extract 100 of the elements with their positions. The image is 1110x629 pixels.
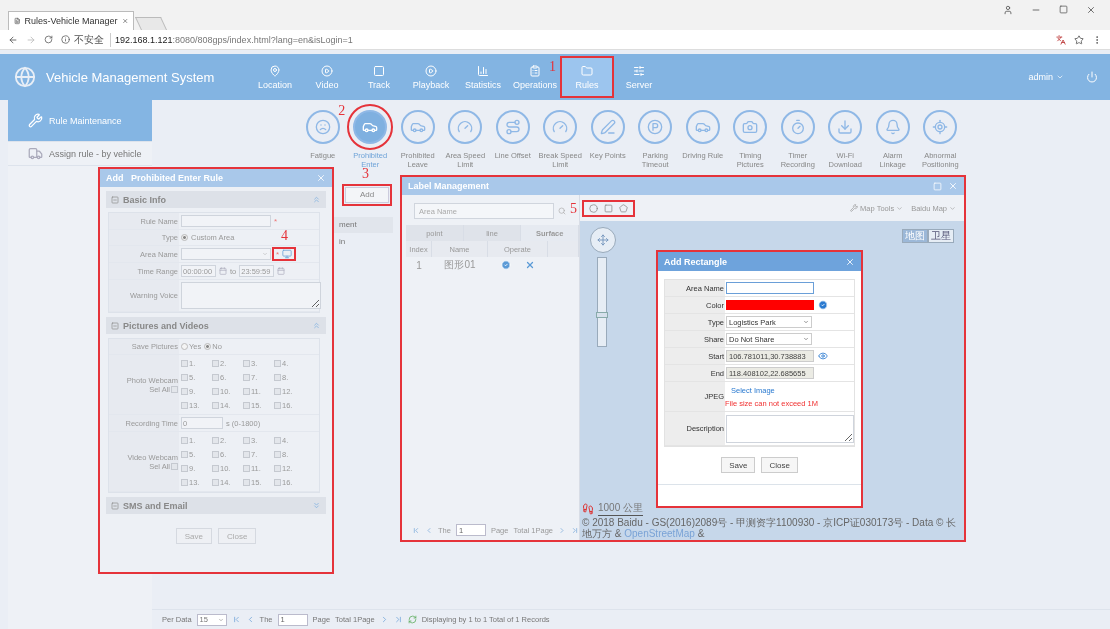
- checkbox[interactable]: [274, 388, 281, 395]
- rule-type-button[interactable]: [875, 110, 910, 144]
- checkbox[interactable]: [243, 360, 250, 367]
- dialog-button[interactable]: Save: [721, 457, 756, 473]
- calendar-icon[interactable]: [277, 267, 286, 275]
- translate-icon[interactable]: [1056, 34, 1066, 45]
- close-icon[interactable]: [1086, 5, 1096, 15]
- rule-type-button[interactable]: [305, 110, 340, 144]
- sidebar-item[interactable]: Assign rule - by vehicle: [8, 142, 152, 166]
- rule-type-button[interactable]: [400, 110, 435, 144]
- checkbox[interactable]: [212, 437, 219, 444]
- profile-icon[interactable]: [1003, 5, 1013, 15]
- calendar-icon[interactable]: [219, 267, 227, 275]
- area-name-field[interactable]: [726, 282, 814, 294]
- nav-item[interactable]: Track: [354, 58, 404, 96]
- reload-icon[interactable]: [44, 35, 53, 44]
- rule-type-button[interactable]: [448, 110, 483, 144]
- previous-page-icon[interactable]: [424, 525, 433, 535]
- radio-button[interactable]: [181, 343, 188, 350]
- add-button[interactable]: Add: [345, 186, 389, 203]
- nav-item[interactable]: Server: [614, 58, 664, 96]
- forward-icon[interactable]: [26, 34, 36, 45]
- checkbox[interactable]: [212, 465, 219, 472]
- sidebar-item[interactable]: Rule Maintenance: [8, 100, 152, 142]
- zoom-slider-thumb[interactable]: [596, 312, 608, 319]
- checkbox[interactable]: [181, 437, 188, 444]
- rule-type-button[interactable]: [543, 110, 578, 144]
- square-icon[interactable]: [604, 203, 613, 213]
- search-icon[interactable]: [558, 207, 566, 215]
- dialog-button[interactable]: Close: [761, 457, 798, 473]
- power-icon[interactable]: [1086, 71, 1098, 83]
- circle-icon[interactable]: [589, 203, 598, 213]
- nav-item[interactable]: Location: [250, 58, 300, 96]
- check-icon[interactable]: [818, 300, 828, 310]
- rule-type-button[interactable]: [828, 110, 863, 144]
- checkbox[interactable]: [243, 402, 250, 409]
- rule-type-button[interactable]: [590, 110, 625, 144]
- last-page-icon[interactable]: [393, 615, 403, 624]
- checkbox[interactable]: [243, 451, 250, 458]
- checkbox[interactable]: [274, 374, 281, 381]
- rule-type-button[interactable]: [780, 110, 815, 144]
- checkbox[interactable]: [181, 402, 188, 409]
- map-type-button[interactable]: 地图: [902, 229, 928, 243]
- osm-link[interactable]: OpenStreetMap: [624, 528, 695, 539]
- checkbox[interactable]: [181, 465, 188, 472]
- checkbox[interactable]: [171, 462, 178, 470]
- checkbox[interactable]: [212, 402, 219, 409]
- rule-type-button[interactable]: [733, 110, 768, 144]
- checkbox[interactable]: [212, 360, 219, 367]
- close-icon[interactable]: [121, 17, 128, 25]
- description-field[interactable]: [726, 414, 854, 443]
- section-header[interactable]: Pictures and Videos: [106, 317, 326, 334]
- rule-type-button[interactable]: [495, 110, 530, 144]
- star-icon[interactable]: [1074, 34, 1084, 45]
- checkbox[interactable]: [212, 479, 219, 486]
- delete-icon[interactable]: [525, 260, 535, 270]
- back-icon[interactable]: [8, 34, 18, 45]
- nav-item[interactable]: Video: [302, 58, 352, 96]
- checkbox[interactable]: [212, 374, 219, 381]
- pan-control[interactable]: [590, 227, 616, 253]
- checkbox[interactable]: [243, 479, 250, 486]
- url-text[interactable]: 192.168.1.121:8080/808gps/index.html?lang=en&isLogin=1: [115, 34, 353, 45]
- checkbox[interactable]: [274, 402, 281, 409]
- next-page-icon[interactable]: [558, 525, 566, 535]
- close-icon[interactable]: [845, 256, 855, 267]
- polygon-icon[interactable]: [619, 203, 628, 213]
- dialog-button[interactable]: Close: [217, 528, 257, 544]
- checkbox[interactable]: [243, 388, 250, 395]
- radio-button[interactable]: [181, 234, 188, 241]
- nav-item[interactable]: Statistics: [458, 58, 508, 96]
- monitor-icon[interactable]: [282, 249, 293, 259]
- eye-icon[interactable]: [818, 351, 828, 361]
- rule-name-field[interactable]: [181, 215, 271, 227]
- browser-tab[interactable]: Rules-Vehicle Manager: [8, 11, 134, 30]
- section-header[interactable]: SMS and Email: [106, 497, 326, 514]
- rule-type-button[interactable]: [685, 110, 720, 144]
- last-page-icon[interactable]: [571, 525, 579, 535]
- section-header[interactable]: Basic Info: [106, 191, 326, 208]
- new-tab-button[interactable]: [134, 17, 168, 30]
- maximize-icon[interactable]: [1059, 5, 1068, 14]
- checkbox[interactable]: [181, 388, 188, 395]
- first-page-icon[interactable]: [412, 525, 420, 535]
- dialog-button[interactable]: Save: [175, 528, 212, 544]
- checkbox[interactable]: [243, 465, 250, 472]
- checkbox[interactable]: [274, 451, 281, 458]
- rule-type-button[interactable]: [638, 110, 673, 144]
- checkbox[interactable]: [181, 374, 188, 381]
- checkbox[interactable]: [212, 388, 219, 395]
- checkbox[interactable]: [274, 479, 281, 486]
- checkbox[interactable]: [243, 437, 250, 444]
- check-icon[interactable]: [501, 260, 511, 270]
- checkbox[interactable]: [274, 437, 281, 444]
- checkbox[interactable]: [274, 360, 281, 367]
- map-type-button[interactable]: 卫星: [928, 229, 954, 243]
- warning-voice-field[interactable]: [181, 282, 321, 309]
- nav-item[interactable]: Playback: [406, 58, 456, 96]
- refresh-icon[interactable]: [407, 615, 417, 624]
- nav-item[interactable]: Rules: [562, 58, 612, 96]
- radio-button[interactable]: [204, 343, 212, 350]
- checkbox[interactable]: [181, 451, 188, 458]
